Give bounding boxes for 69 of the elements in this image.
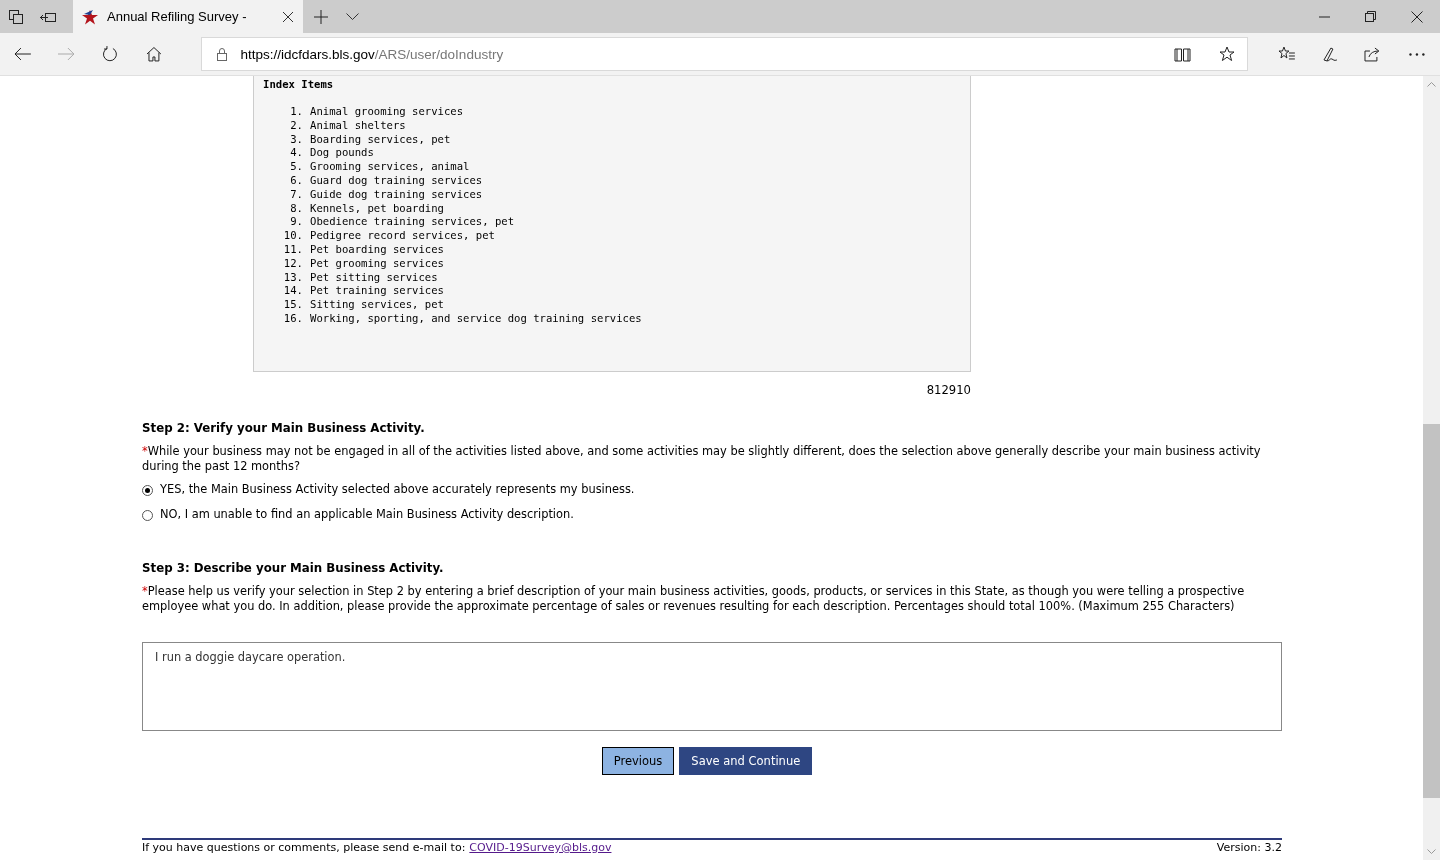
browser-tab[interactable]: Annual Refiling Survey -	[73, 0, 303, 33]
footer-text: If you have questions or comments, please send e-mail to:	[142, 841, 466, 854]
item-number: 5.	[289, 160, 303, 174]
index-item: Grooming services, animal	[310, 160, 470, 174]
back-icon[interactable]	[14, 47, 31, 61]
version-text: Version: 3.2	[1216, 841, 1282, 854]
index-item: Animal shelters	[310, 118, 406, 133]
step-heading: Step 3: Describe your Main Business Activity.	[142, 560, 445, 576]
item-number: 11.	[282, 242, 303, 257]
item-number: 13.	[282, 270, 303, 285]
restore-icon[interactable]	[1365, 11, 1376, 22]
star-icon[interactable]	[1218, 46, 1235, 62]
close-icon[interactable]	[282, 10, 294, 23]
index-item: Obedience training services, pet	[310, 215, 515, 230]
item-number: 3.	[289, 132, 303, 147]
email-link[interactable]: COVID-19Survey@bls.gov	[469, 841, 612, 854]
index-item: Pedigree record services, pet	[310, 229, 495, 243]
radio-label[interactable]: YES, the Main Business Activity selected above accurately represents my business.	[160, 481, 635, 497]
item-number: 14.	[282, 284, 303, 299]
item-number: 4.	[289, 146, 303, 161]
item-number: 2.	[289, 118, 303, 133]
more-icon[interactable]	[1409, 52, 1425, 56]
lock-icon	[215, 47, 228, 61]
refresh-icon[interactable]	[101, 46, 118, 62]
scrollbar[interactable]	[1423, 76, 1440, 860]
item-number: 15.	[282, 298, 303, 312]
item-number: 7.	[289, 187, 303, 202]
index-item: Dog pounds	[310, 146, 374, 161]
minimize-icon[interactable]	[1319, 15, 1330, 18]
item-number: 12.	[282, 256, 303, 271]
star-logo-icon	[81, 8, 99, 25]
item-number: 10.	[282, 229, 303, 243]
scroll-thumb[interactable]	[1423, 424, 1440, 798]
close-icon[interactable]	[1411, 10, 1423, 23]
index-item: Working, sporting, and service dog training services	[310, 311, 642, 326]
item-number: 16.	[282, 311, 303, 326]
index-item: Pet training services	[310, 284, 444, 299]
index-item: Kennels, pet boarding	[310, 201, 444, 216]
radio-label[interactable]: NO, I am unable to find an applicable Main Business Activity description.	[160, 506, 574, 522]
pen-icon[interactable]	[1321, 45, 1339, 63]
item-number: 1.	[289, 105, 303, 119]
item-number: 9.	[289, 215, 303, 230]
index-item: Guard dog training services	[310, 174, 483, 188]
index-item: Guide dog training services	[310, 187, 483, 202]
index-item: Boarding services, pet	[310, 132, 451, 147]
tabs-aside-icon[interactable]	[9, 9, 23, 24]
item-number: 6.	[289, 174, 303, 188]
index-item: Animal grooming services	[310, 105, 464, 119]
home-icon[interactable]	[145, 46, 162, 62]
set-aside-tabs-icon[interactable]	[40, 10, 56, 23]
index-title: Index Items	[263, 78, 335, 91]
share-icon[interactable]	[1364, 46, 1382, 62]
description-field[interactable]: I run a doggie daycare operation.	[142, 642, 1282, 731]
reading-view-icon[interactable]	[1173, 46, 1191, 62]
favorites-icon[interactable]	[1277, 46, 1296, 62]
index-item: Pet sitting services	[310, 270, 438, 285]
step-heading: Step 2: Verify your Main Business Activity.	[142, 420, 426, 436]
instructions-text: *Please help us verify your selection in Step 2 by entering a brief description of your main business activities, goods, products, or services in this State, as though you were telling a prospective employee what you do. In addition, please provide the approximate percentage of sales or revenues resulting for each description. Percentages should total 100%. (Maximum 255 Characters)	[142, 584, 1246, 614]
industry-code: 812910	[926, 383, 971, 397]
save-continue-button[interactable]: Save and Continue	[679, 747, 813, 775]
address-bar[interactable]: https://idcfdars.bls.gov/ARS/user/doIndustry	[200, 37, 1248, 71]
index-item: Sitting services, pet	[310, 298, 444, 312]
question-text: *While your business may not be engaged in all of the activities listed above, and some activities may be slightly different, does the selection above generally describe your main business activity during the past 12 months?	[142, 444, 1262, 474]
chevron-down-icon[interactable]	[346, 12, 359, 21]
index-item: Pet boarding services	[310, 242, 444, 257]
index-item: Pet grooming services	[310, 256, 444, 271]
new-tab-icon[interactable]	[314, 9, 328, 24]
item-number: 8.	[289, 201, 303, 216]
previous-button[interactable]: Previous	[601, 747, 675, 775]
